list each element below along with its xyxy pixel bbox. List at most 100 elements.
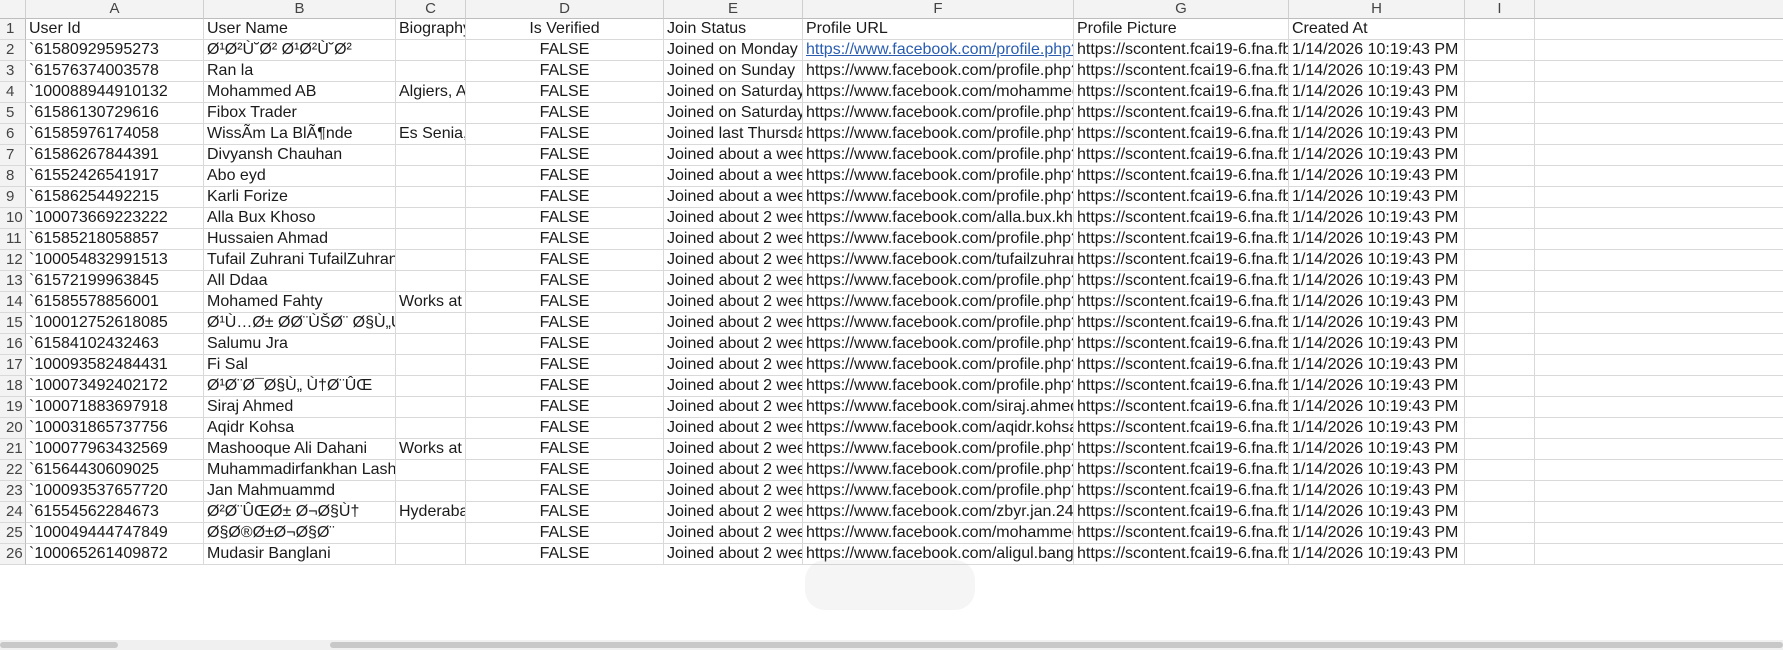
empty-cell[interactable] — [1465, 124, 1535, 145]
profile-picture-cell[interactable]: https://scontent.fcai19-6.fna.fbcd — [1074, 208, 1289, 229]
empty-cell[interactable] — [1465, 502, 1535, 523]
join-status-cell[interactable]: Joined about 2 weeks — [664, 376, 803, 397]
profile-url-cell[interactable]: https://www.facebook.com/tufailzuhrani.t — [803, 250, 1074, 271]
empty-cell[interactable] — [1535, 544, 1783, 565]
user-name-cell[interactable]: Ø¹Ù…Ø± Ø­Ø¨ÙŠØ¨ Ø§Ù„Ù„Ø© — [204, 313, 396, 334]
join-status-cell[interactable]: Joined about 2 weeks — [664, 292, 803, 313]
column-header-h[interactable]: H — [1289, 0, 1465, 19]
user-id-cell[interactable]: `100088944910132 — [26, 82, 204, 103]
join-status-cell[interactable]: Joined about 2 weeks — [664, 313, 803, 334]
profile-url-cell[interactable]: https://www.facebook.com/profile.php?id= — [803, 460, 1074, 481]
biography-cell[interactable] — [396, 103, 466, 124]
profile-url-cell[interactable]: https://www.facebook.com/profile.php?id= — [803, 481, 1074, 502]
empty-cell[interactable] — [1535, 250, 1783, 271]
empty-cell[interactable] — [1535, 208, 1783, 229]
profile-picture-cell[interactable]: https://scontent.fcai19-6.fna.fbcd — [1074, 418, 1289, 439]
empty-cell[interactable] — [1535, 166, 1783, 187]
empty-cell[interactable] — [1535, 229, 1783, 250]
join-status-cell[interactable]: Joined on Saturday — [664, 82, 803, 103]
created-at-cell[interactable]: 1/14/2026 10:19:43 PM — [1289, 61, 1465, 82]
spreadsheet-grid[interactable]: A B C D E F G H I 1 User Id User Name Biogr… — [0, 0, 1783, 640]
empty-cell[interactable] — [1535, 502, 1783, 523]
header-cell[interactable]: Created At — [1289, 19, 1465, 40]
join-status-cell[interactable]: Joined about 2 weeks — [664, 208, 803, 229]
column-header-d[interactable]: D — [466, 0, 664, 19]
empty-cell[interactable] — [1535, 397, 1783, 418]
empty-cell[interactable] — [1535, 19, 1783, 40]
is-verified-cell[interactable]: FALSE — [466, 292, 664, 313]
empty-cell[interactable] — [1535, 313, 1783, 334]
user-id-cell[interactable]: `100065261409872 — [26, 544, 204, 565]
biography-cell[interactable] — [396, 481, 466, 502]
empty-cell[interactable] — [1465, 187, 1535, 208]
biography-cell[interactable] — [396, 460, 466, 481]
profile-picture-cell[interactable]: https://scontent.fcai19-6.fna.fbcd — [1074, 334, 1289, 355]
join-status-cell[interactable]: Joined about 2 weeks — [664, 397, 803, 418]
is-verified-cell[interactable]: FALSE — [466, 103, 664, 124]
biography-cell[interactable] — [396, 187, 466, 208]
is-verified-cell[interactable]: FALSE — [466, 397, 664, 418]
empty-cell[interactable] — [1465, 166, 1535, 187]
join-status-cell[interactable]: Joined on Monday — [664, 40, 803, 61]
empty-cell[interactable] — [1465, 292, 1535, 313]
empty-cell[interactable] — [1465, 145, 1535, 166]
empty-cell[interactable] — [1465, 250, 1535, 271]
biography-cell[interactable] — [396, 355, 466, 376]
profile-picture-cell[interactable]: https://scontent.fcai19-6.fna.fbcd — [1074, 40, 1289, 61]
header-cell[interactable]: User Id — [26, 19, 204, 40]
biography-cell[interactable] — [396, 334, 466, 355]
join-status-cell[interactable]: Joined about 2 weeks — [664, 334, 803, 355]
row-number[interactable]: 9 — [0, 187, 26, 208]
biography-cell[interactable]: Hyderabad — [396, 502, 466, 523]
profile-picture-cell[interactable]: https://scontent.fcai19-6.fna.fbcd — [1074, 376, 1289, 397]
is-verified-cell[interactable]: FALSE — [466, 544, 664, 565]
column-header-a[interactable]: A — [26, 0, 204, 19]
user-name-cell[interactable]: Mohammed AB — [204, 82, 396, 103]
created-at-cell[interactable]: 1/14/2026 10:19:43 PM — [1289, 250, 1465, 271]
is-verified-cell[interactable]: FALSE — [466, 61, 664, 82]
user-name-cell[interactable]: Divyansh Chauhan — [204, 145, 396, 166]
biography-cell[interactable] — [396, 271, 466, 292]
created-at-cell[interactable]: 1/14/2026 10:19:43 PM — [1289, 418, 1465, 439]
profile-picture-cell[interactable]: https://scontent.fcai19-6.fna.fbcd — [1074, 187, 1289, 208]
header-cell[interactable]: Profile URL — [803, 19, 1074, 40]
join-status-cell[interactable]: Joined about 2 weeks — [664, 271, 803, 292]
created-at-cell[interactable]: 1/14/2026 10:19:43 PM — [1289, 208, 1465, 229]
row-number[interactable]: 13 — [0, 271, 26, 292]
user-name-cell[interactable]: Hussaien Ahmad — [204, 229, 396, 250]
column-header-b[interactable]: B — [204, 0, 396, 19]
is-verified-cell[interactable]: FALSE — [466, 250, 664, 271]
created-at-cell[interactable]: 1/14/2026 10:19:43 PM — [1289, 355, 1465, 376]
join-status-cell[interactable]: Joined about 2 weeks — [664, 355, 803, 376]
is-verified-cell[interactable]: FALSE — [466, 271, 664, 292]
row-number[interactable]: 15 — [0, 313, 26, 334]
user-id-cell[interactable]: `61580929595273 — [26, 40, 204, 61]
join-status-cell[interactable]: Joined about 2 weeks — [664, 502, 803, 523]
is-verified-cell[interactable]: FALSE — [466, 481, 664, 502]
empty-cell[interactable] — [1465, 439, 1535, 460]
header-cell[interactable]: Is Verified — [466, 19, 664, 40]
profile-picture-cell[interactable]: https://scontent.fcai19-6.fna.fbcd — [1074, 355, 1289, 376]
is-verified-cell[interactable]: FALSE — [466, 166, 664, 187]
created-at-cell[interactable]: 1/14/2026 10:19:43 PM — [1289, 376, 1465, 397]
user-name-cell[interactable]: Ø¹Ø²Ù˘Ø² Ø¹Ø²Ù˘Ø² — [204, 40, 396, 61]
empty-cell[interactable] — [1465, 82, 1535, 103]
biography-cell[interactable] — [396, 250, 466, 271]
row-number[interactable]: 10 — [0, 208, 26, 229]
profile-url-cell[interactable]: https://www.facebook.com/profile.php?id= — [803, 124, 1074, 145]
row-number[interactable]: 18 — [0, 376, 26, 397]
column-header-f[interactable]: F — [803, 0, 1074, 19]
empty-cell[interactable] — [1465, 313, 1535, 334]
user-id-cell[interactable]: `100012752618085 — [26, 313, 204, 334]
profile-picture-cell[interactable]: https://scontent.fcai19-6.fna.fbcd — [1074, 145, 1289, 166]
profile-picture-cell[interactable]: https://scontent.fcai19-6.fna.fbcd — [1074, 502, 1289, 523]
biography-cell[interactable] — [396, 145, 466, 166]
is-verified-cell[interactable]: FALSE — [466, 523, 664, 544]
profile-picture-cell[interactable]: https://scontent.fcai19-6.fna.fbcd — [1074, 460, 1289, 481]
user-id-cell[interactable]: `100073492402172 — [26, 376, 204, 397]
empty-cell[interactable] — [1465, 355, 1535, 376]
empty-cell[interactable] — [1465, 271, 1535, 292]
user-name-cell[interactable]: Mudasir Banglani — [204, 544, 396, 565]
profile-picture-cell[interactable]: https://scontent.fcai19-6.fna.fbcd — [1074, 481, 1289, 502]
column-header-i[interactable]: I — [1465, 0, 1535, 19]
